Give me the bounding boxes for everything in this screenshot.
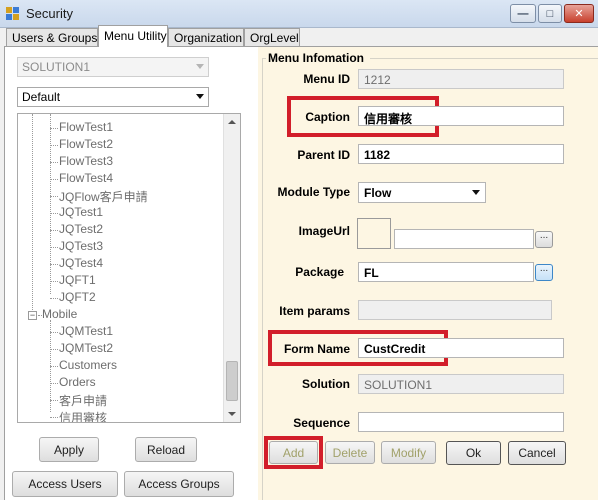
item-params-field [358, 300, 552, 320]
scroll-thumb[interactable] [226, 361, 238, 401]
parent-id-field[interactable]: 1182 [358, 144, 564, 164]
chevron-down-icon [196, 94, 204, 99]
package-field[interactable]: FL [358, 262, 534, 282]
modify-button[interactable]: Modify [381, 441, 436, 464]
tree-item[interactable]: FlowTest4 [59, 171, 113, 188]
tree-scrollbar[interactable] [223, 114, 240, 422]
delete-button[interactable]: Delete [325, 441, 375, 464]
reload-button[interactable]: Reload [135, 437, 197, 462]
minimize-button[interactable]: — [510, 4, 536, 23]
window-title: Security [26, 6, 73, 21]
tree-item[interactable]: 信用審核 [59, 409, 107, 422]
caption-label: Caption [305, 110, 350, 124]
tree-item[interactable]: FlowTest3 [59, 154, 113, 171]
menu-info-title: Menu Infomation [267, 51, 365, 65]
collapse-icon[interactable]: − [28, 311, 37, 320]
tab-orglevel[interactable]: OrgLevel [244, 28, 300, 46]
scroll-down-icon[interactable] [228, 412, 236, 416]
group-border [262, 58, 263, 500]
tab-users-groups[interactable]: Users & Groups [6, 28, 98, 46]
item-params-label: Item params [279, 304, 350, 318]
tab-organization[interactable]: Organization [168, 28, 244, 46]
tree-item[interactable]: FlowTest2 [59, 137, 113, 154]
solution-select-value: SOLUTION1 [22, 60, 91, 74]
tree-item[interactable]: JQTest3 [59, 239, 103, 256]
solution-label: Solution [302, 377, 350, 391]
app-icon [6, 7, 20, 21]
tree-item[interactable]: JQMTest2 [59, 341, 113, 358]
module-type-select[interactable]: Flow [358, 182, 486, 203]
solution-field: SOLUTION1 [358, 374, 564, 394]
cancel-button[interactable]: Cancel [508, 441, 566, 465]
package-browse-button[interactable]: ... [535, 264, 553, 281]
tree-item[interactable]: JQFlow客戶申請 [59, 188, 148, 205]
tree-item[interactable]: Orders [59, 375, 96, 392]
tree-item[interactable]: Customers [59, 358, 117, 375]
package-label: Package [295, 265, 344, 279]
access-users-button[interactable]: Access Users [12, 471, 118, 497]
add-button[interactable]: Add [269, 441, 318, 464]
view-select[interactable]: Default [17, 87, 209, 107]
menu-id-field: 1212 [358, 69, 564, 89]
sequence-field[interactable] [358, 412, 564, 432]
menu-id-label: Menu ID [303, 72, 350, 86]
image-preview [357, 218, 391, 249]
image-url-browse-button[interactable]: ... [535, 231, 553, 248]
chevron-down-icon [196, 64, 204, 69]
tree-item[interactable]: JQFT2 [59, 290, 96, 307]
apply-button[interactable]: Apply [39, 437, 99, 462]
image-url-field[interactable] [394, 229, 534, 249]
tab-menu-utility[interactable]: Menu Utility [98, 25, 168, 47]
form-name-label: Form Name [283, 342, 350, 356]
view-select-value: Default [22, 90, 61, 104]
access-groups-button[interactable]: Access Groups [124, 471, 234, 497]
tree-item[interactable]: JQMTest1 [59, 324, 113, 341]
scroll-up-icon[interactable] [228, 120, 236, 124]
module-type-value: Flow [364, 186, 392, 200]
close-button[interactable]: ✕ [564, 4, 594, 23]
maximize-button[interactable]: □ [538, 4, 562, 23]
tree-item[interactable]: 客戶申請 [59, 392, 107, 409]
sequence-label: Sequence [293, 416, 350, 430]
tree-item[interactable]: JQTest2 [59, 222, 103, 239]
tree-item[interactable]: JQTest1 [59, 205, 103, 222]
tree-item[interactable]: FlowTest1 [59, 120, 113, 137]
solution-select: SOLUTION1 [17, 57, 209, 77]
form-name-field[interactable]: CustCredit [358, 338, 564, 358]
title-bar: Security — □ ✕ [0, 0, 598, 28]
menu-tree[interactable]: FlowTest1 FlowTest2 FlowTest3 FlowTest4 … [17, 113, 241, 423]
tree-item[interactable]: JQFT1 [59, 273, 96, 290]
chevron-down-icon [472, 190, 480, 195]
parent-id-label: Parent ID [297, 148, 350, 162]
tree-group-mobile[interactable]: Mobile [42, 307, 77, 324]
tree-item[interactable]: JQTest4 [59, 256, 103, 273]
caption-field[interactable]: 信用審核 [358, 106, 564, 126]
image-url-label: ImageUrl [298, 224, 350, 238]
ok-button[interactable]: Ok [446, 441, 501, 465]
module-type-label: Module Type [277, 185, 350, 199]
